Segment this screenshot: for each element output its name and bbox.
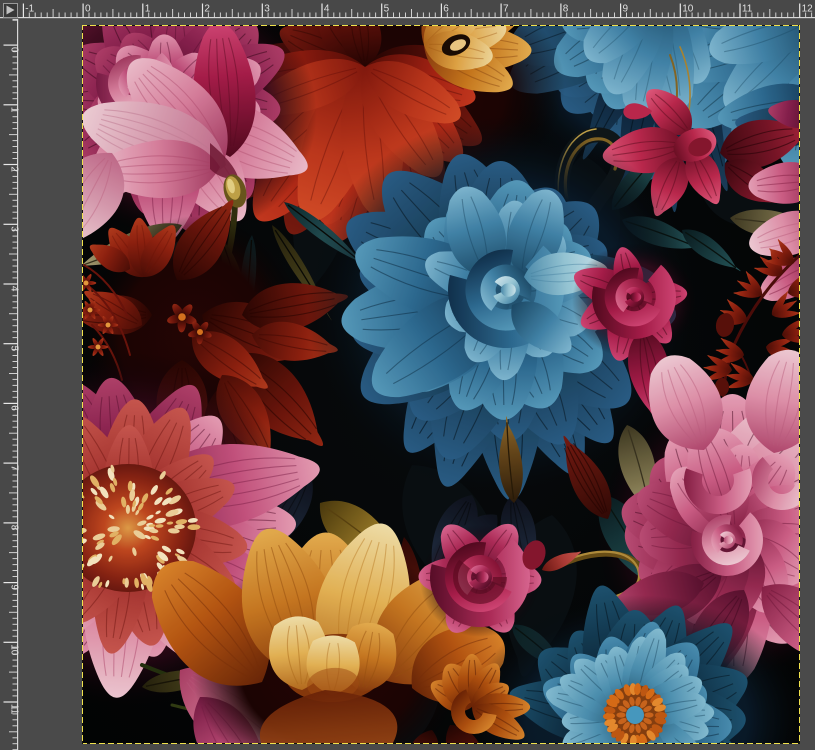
svg-text:4: 4 [9,286,20,292]
svg-text:11: 11 [9,704,20,715]
svg-text:3: 3 [264,4,270,15]
svg-text:9: 9 [9,585,20,591]
svg-text:4: 4 [324,4,330,15]
svg-text:12: 12 [802,4,814,15]
svg-text:-1: -1 [25,4,34,15]
svg-text:1: 1 [145,4,151,15]
svg-text:8: 8 [563,4,569,15]
svg-text:2: 2 [9,166,20,172]
svg-text:7: 7 [9,465,20,471]
svg-text:0: 0 [9,47,20,53]
svg-text:8: 8 [9,525,20,531]
svg-text:11: 11 [742,4,753,15]
svg-text:5: 5 [9,346,20,352]
svg-text:3: 3 [9,226,20,232]
svg-text:2: 2 [204,4,210,15]
svg-text:9: 9 [623,4,629,15]
svg-text:5: 5 [384,4,390,15]
svg-text:6: 6 [9,405,20,411]
svg-text:7: 7 [503,4,509,15]
svg-text:0: 0 [85,4,91,15]
svg-text:6: 6 [443,4,449,15]
svg-text:1: 1 [9,107,20,113]
svg-text:10: 10 [9,644,20,656]
svg-text:10: 10 [682,4,694,15]
